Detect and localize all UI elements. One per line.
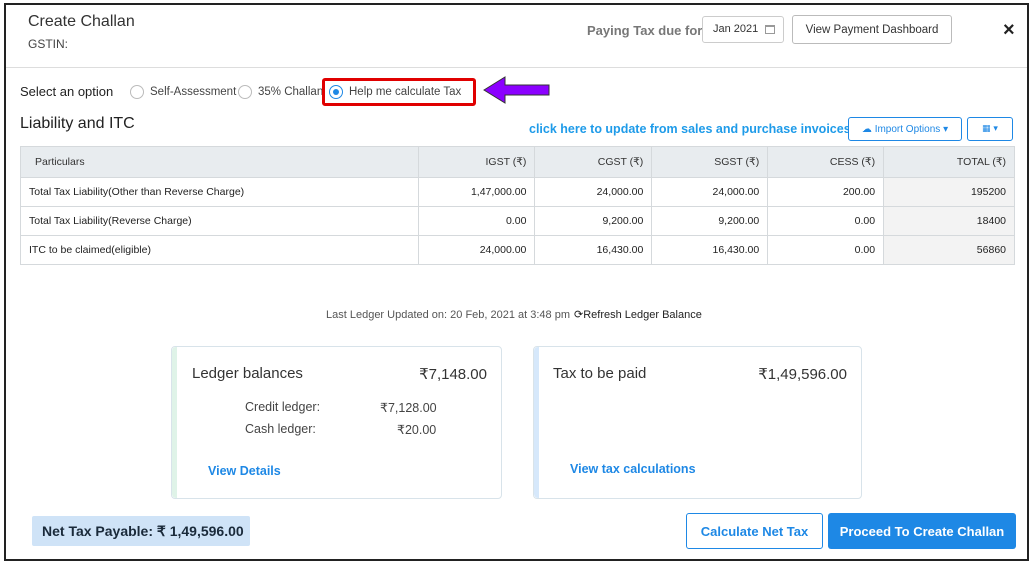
refresh-ledger-button[interactable]: ⟳Refresh Ledger Balance (574, 308, 702, 321)
radio-self-assessment[interactable] (130, 85, 144, 99)
table-cell-total: 18400 (883, 206, 1015, 236)
select-option-label: Select an option (20, 84, 114, 99)
table-row: Total Tax Liability(Reverse Charge) 0.00… (19, 206, 1015, 236)
view-details-link[interactable]: View Details (208, 464, 281, 478)
create-challan-dialog: Create Challan GSTIN: Paying Tax due for… (4, 3, 1029, 561)
table-cell: Total Tax Liability(Reverse Charge) (19, 206, 420, 236)
tax-to-be-paid-card: Tax to be paid ₹1,49,596.00 View tax cal… (533, 346, 862, 499)
tax-to-be-paid-amount: ₹1,49,596.00 (758, 366, 847, 383)
column-header: Particulars (19, 146, 420, 178)
view-payment-dashboard-button[interactable]: View Payment Dashboard (792, 15, 952, 44)
table-cell-total: 56860 (883, 235, 1015, 265)
caret-down-icon: ▾ (943, 123, 949, 135)
update-from-invoices-link[interactable]: click here to update from sales and purc… (529, 122, 851, 136)
calendar-icon (765, 25, 775, 34)
grid-icon: ▦ (982, 124, 991, 134)
liability-itc-table: Particulars IGST (₹) CGST (₹) SGST (₹) C… (19, 146, 1015, 265)
dialog-title: Create Challan (28, 13, 135, 30)
ledger-balances-amount: ₹7,148.00 (419, 366, 487, 383)
table-cell: 24,000.00 (534, 177, 653, 207)
table-cell-total: 195200 (883, 177, 1015, 207)
table-cell: ITC to be claimed(eligible) (19, 235, 420, 265)
table-cell: 16,430.00 (534, 235, 653, 265)
liability-itc-title: Liability and ITC (20, 115, 135, 132)
table-cell: 9,200.00 (651, 206, 769, 236)
radio-label-self-assessment: Self-Assessment (150, 86, 237, 98)
table-cell: 0.00 (418, 206, 536, 236)
table-cell: 16,430.00 (651, 235, 769, 265)
import-options-label: Import Options (874, 123, 941, 135)
table-row: ITC to be claimed(eligible) 24,000.00 16… (19, 235, 1015, 265)
header-divider (6, 67, 1027, 68)
column-header: CESS (₹) (767, 146, 885, 178)
column-header: CGST (₹) (534, 146, 653, 178)
table-cell: 1,47,000.00 (418, 177, 536, 207)
table-cell: 0.00 (767, 206, 885, 236)
last-ledger-updated-text: Last Ledger Updated on: 20 Feb, 2021 at … (326, 309, 571, 321)
radio-35-challan[interactable] (238, 85, 252, 99)
paying-tax-label: Paying Tax due for (587, 23, 703, 38)
cash-ledger-value: ₹20.00 (397, 423, 437, 437)
column-header: SGST (₹) (651, 146, 769, 178)
radio-label-35-challan: 35% Challan (258, 86, 324, 98)
ledger-balances-title: Ledger balances (192, 365, 303, 382)
caret-down-icon: ▾ (993, 124, 998, 134)
radio-label-help-calculate: Help me calculate Tax (349, 86, 462, 98)
table-cell: Total Tax Liability(Other than Reverse C… (19, 177, 420, 207)
radio-help-calculate[interactable] (329, 85, 343, 99)
refresh-icon: ⟳ (574, 309, 584, 321)
column-settings-button[interactable]: ▦ ▾ (967, 117, 1013, 141)
table-cell: 0.00 (767, 235, 885, 265)
credit-ledger-label: Credit ledger: (245, 400, 321, 414)
tax-to-be-paid-title: Tax to be paid (553, 365, 647, 382)
refresh-ledger-label: Refresh Ledger Balance (583, 309, 702, 321)
card-accent (534, 347, 539, 498)
column-header: TOTAL (₹) (883, 146, 1015, 178)
table-cell: 200.00 (767, 177, 885, 207)
close-icon[interactable]: × (1003, 19, 1015, 42)
card-accent (172, 347, 177, 498)
table-cell: 24,000.00 (418, 235, 536, 265)
credit-ledger-value: ₹7,128.00 (380, 401, 437, 415)
table-cell: 9,200.00 (534, 206, 653, 236)
pointer-arrow-icon (483, 76, 550, 104)
cloud-upload-icon: ☁ (861, 123, 872, 135)
column-header: IGST (₹) (418, 146, 536, 178)
cash-ledger-label: Cash ledger: (245, 422, 316, 436)
table-cell: 24,000.00 (651, 177, 769, 207)
net-tax-payable-badge: Net Tax Payable: ₹ 1,49,596.00 (32, 516, 250, 546)
month-picker[interactable]: Jan 2021 (702, 16, 784, 43)
table-header-row: Particulars IGST (₹) CGST (₹) SGST (₹) C… (19, 146, 1015, 178)
view-tax-calculations-link[interactable]: View tax calculations (570, 462, 696, 476)
gstin-label: GSTIN: (28, 37, 69, 51)
month-value: Jan 2021 (713, 23, 759, 35)
import-options-button[interactable]: ☁ Import Options ▾ (848, 117, 962, 141)
ledger-balances-card: Ledger balances ₹7,148.00 Credit ledger:… (171, 346, 502, 499)
table-row: Total Tax Liability(Other than Reverse C… (19, 177, 1015, 207)
proceed-create-challan-button[interactable]: Proceed To Create Challan (828, 513, 1016, 549)
calculate-net-tax-button[interactable]: Calculate Net Tax (686, 513, 823, 549)
